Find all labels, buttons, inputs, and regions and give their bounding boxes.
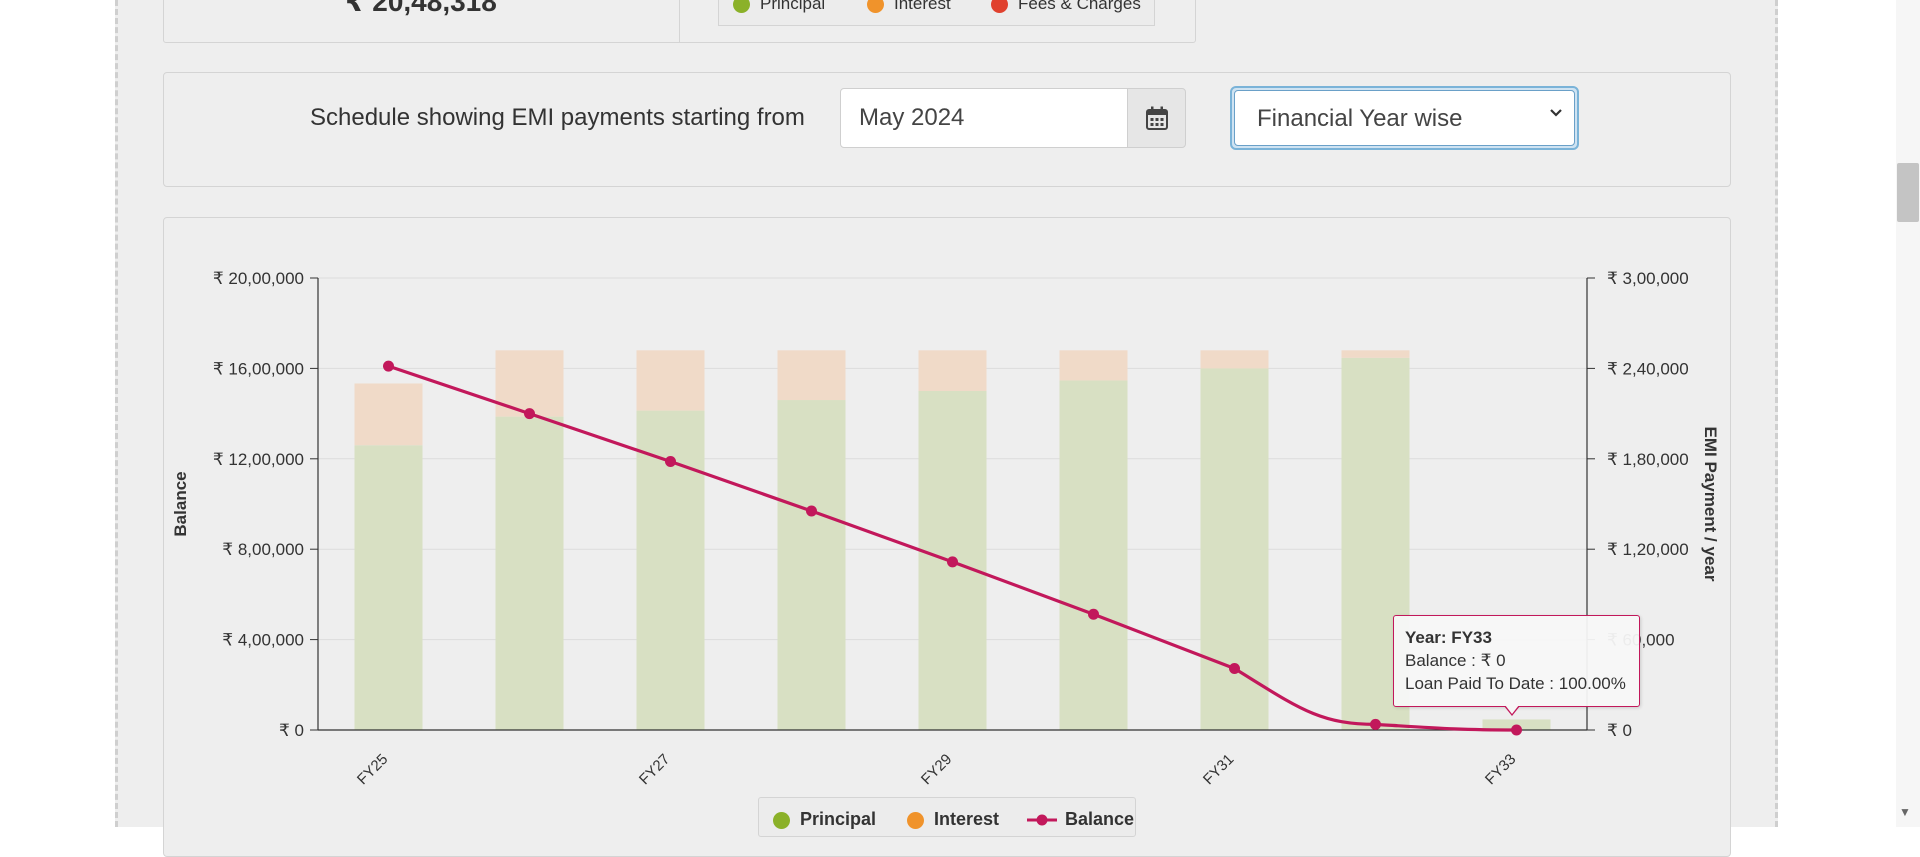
left-axis-tick-label: ₹ 4,00,000 <box>222 631 304 650</box>
x-axis-tick-label: FY27 <box>636 751 673 788</box>
page-scrollbar[interactable] <box>1896 0 1920 827</box>
balance-point <box>806 505 817 517</box>
right-axis-tick-label: ₹ 3,00,000 <box>1607 269 1689 288</box>
x-axis-tick-label: FY33 <box>1482 751 1519 788</box>
tooltip-balance: Balance : ₹ 0 <box>1405 651 1506 670</box>
legend-label: Interest <box>934 809 1000 829</box>
right-axis-tick-label: ₹ 0 <box>1607 721 1632 740</box>
tooltip-paid: Loan Paid To Date : 100.00% <box>1405 674 1626 693</box>
left-axis-tick-label: ₹ 8,00,000 <box>222 540 304 559</box>
balance-point <box>1229 663 1240 675</box>
bar-principal <box>1200 368 1269 730</box>
balance-point <box>1370 718 1381 730</box>
left-axis-tick-label: ₹ 20,00,000 <box>213 269 304 288</box>
balance-point <box>1511 724 1522 736</box>
scrollbar-thumb[interactable] <box>1897 163 1919 222</box>
legend-label: Principal <box>800 809 877 829</box>
legend-label: Balance <box>1065 809 1135 829</box>
bar-principal <box>777 400 846 730</box>
bar-principal <box>495 416 564 730</box>
right-axis-title: EMI Payment / year <box>1701 427 1720 582</box>
bar-interest <box>918 350 987 391</box>
left-axis-tick-label: ₹ 16,00,000 <box>213 359 304 378</box>
bar-interest <box>1341 350 1410 358</box>
chart-tooltip: Year: FY33 Balance : ₹ 0 Loan Paid To Da… <box>1393 615 1640 707</box>
bar-interest <box>636 350 705 411</box>
balance-line-icon <box>1027 814 1057 826</box>
bar-principal <box>1059 380 1128 730</box>
left-axis-tick-label: ₹ 12,00,000 <box>213 450 304 469</box>
bar-interest <box>1200 350 1269 369</box>
bar-principal <box>354 445 423 730</box>
principal-dot-icon <box>773 811 790 829</box>
balance-point <box>665 456 676 468</box>
right-axis-tick-label: ₹ 1,80,000 <box>1607 450 1689 469</box>
bar-interest <box>354 383 423 446</box>
x-axis-tick-label: FY25 <box>354 751 391 788</box>
right-axis-tick-label: ₹ 2,40,000 <box>1607 359 1689 378</box>
right-axis-tick-label: ₹ 1,20,000 <box>1607 540 1689 559</box>
balance-point <box>524 408 535 420</box>
tooltip-title: Year: FY33 <box>1405 628 1492 647</box>
left-axis-title: Balance <box>171 471 190 536</box>
interest-dot-icon <box>907 811 924 829</box>
tooltip-arrow-inner <box>1505 705 1519 714</box>
left-axis-tick-label: ₹ 0 <box>279 721 304 740</box>
balance-point <box>383 360 394 372</box>
bar-interest <box>1059 350 1128 381</box>
balance-point <box>1088 608 1099 620</box>
chart-legend: Principal Interest Balance <box>758 797 1136 837</box>
bar-interest <box>777 350 846 401</box>
scroll-down-arrow-icon[interactable]: ▼ <box>1899 805 1911 819</box>
x-axis-tick-label: FY31 <box>1200 751 1237 788</box>
x-axis-tick-label: FY29 <box>918 751 955 788</box>
balance-point <box>947 556 958 568</box>
chart-bars <box>354 350 1551 730</box>
